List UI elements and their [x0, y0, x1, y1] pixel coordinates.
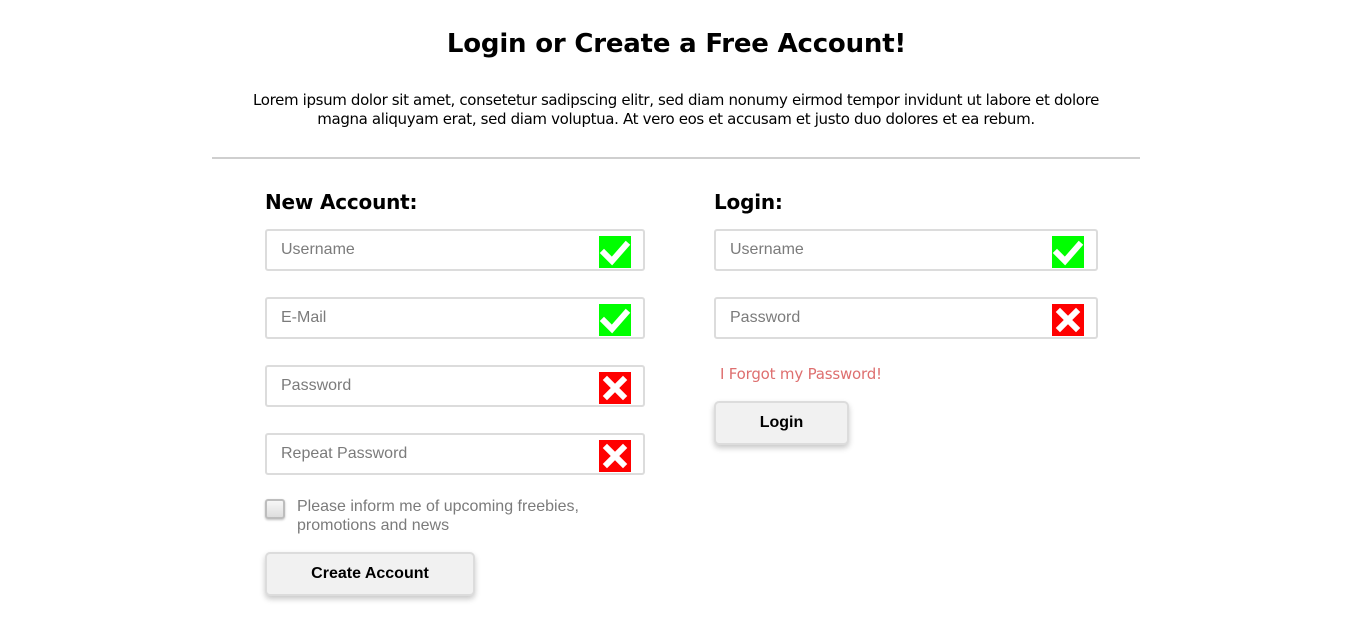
login-title: Login:	[714, 190, 783, 214]
cross-icon	[599, 440, 631, 472]
login-username-input[interactable]	[730, 239, 1030, 261]
divider	[212, 157, 1140, 159]
create-account-button[interactable]: Create Account	[265, 552, 475, 596]
newsletter-checkbox[interactable]	[265, 499, 285, 519]
cross-icon	[1052, 304, 1084, 336]
page-title: Login or Create a Free Account!	[446, 29, 907, 59]
new-account-repeat-password-field	[265, 433, 645, 475]
intro-text: Lorem ipsum dolor sit amet, consetetur s…	[253, 91, 1099, 128]
new-account-username-input[interactable]	[281, 239, 581, 261]
login-button[interactable]: Login	[714, 401, 849, 445]
check-icon	[1052, 236, 1084, 268]
new-account-username-field	[265, 229, 645, 271]
check-icon	[599, 236, 631, 268]
login-password-field	[714, 297, 1098, 339]
new-account-repeat-password-input[interactable]	[281, 443, 581, 465]
new-account-email-field	[265, 297, 645, 339]
login-username-field	[714, 229, 1098, 271]
forgot-password-link[interactable]: I Forgot my Password!	[720, 365, 882, 384]
new-account-password-field	[265, 365, 645, 407]
cross-icon	[599, 372, 631, 404]
new-account-title: New Account:	[265, 190, 418, 214]
check-icon	[599, 304, 631, 336]
login-password-input[interactable]	[730, 307, 1030, 329]
new-account-password-input[interactable]	[281, 375, 581, 397]
newsletter-label: Please inform me of upcoming freebies, p…	[297, 498, 579, 534]
page: Login or Create a Free Account! Lorem ip…	[0, 0, 1353, 627]
new-account-email-input[interactable]	[281, 307, 581, 329]
